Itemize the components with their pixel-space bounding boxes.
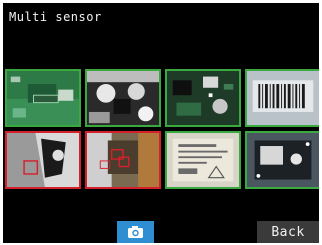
sensor-image-6 xyxy=(87,133,159,187)
back-button[interactable]: Back xyxy=(257,221,319,243)
sensor-screen: Multi sensor Back xyxy=(3,3,319,243)
sensor-image-3 xyxy=(167,71,239,125)
sensor-image-7 xyxy=(167,133,239,187)
sensor-tile-7[interactable] xyxy=(165,131,241,189)
sensor-grid xyxy=(5,69,319,193)
sensor-tile-4[interactable] xyxy=(245,69,319,127)
sensor-tile-1[interactable] xyxy=(5,69,81,127)
sensor-tile-2[interactable] xyxy=(85,69,161,127)
sensor-image-8 xyxy=(247,133,319,187)
camera-icon xyxy=(117,226,154,243)
sensor-image-4 xyxy=(247,71,319,125)
sensor-image-2 xyxy=(87,71,159,125)
sensor-tile-3[interactable] xyxy=(165,69,241,127)
camera-button[interactable] xyxy=(117,221,154,243)
sensor-tile-5[interactable] xyxy=(5,131,81,189)
sensor-image-5 xyxy=(7,133,79,187)
page-title: Multi sensor xyxy=(9,10,102,24)
sensor-image-1 xyxy=(7,71,79,125)
sensor-tile-8[interactable] xyxy=(245,131,319,189)
sensor-tile-6[interactable] xyxy=(85,131,161,189)
